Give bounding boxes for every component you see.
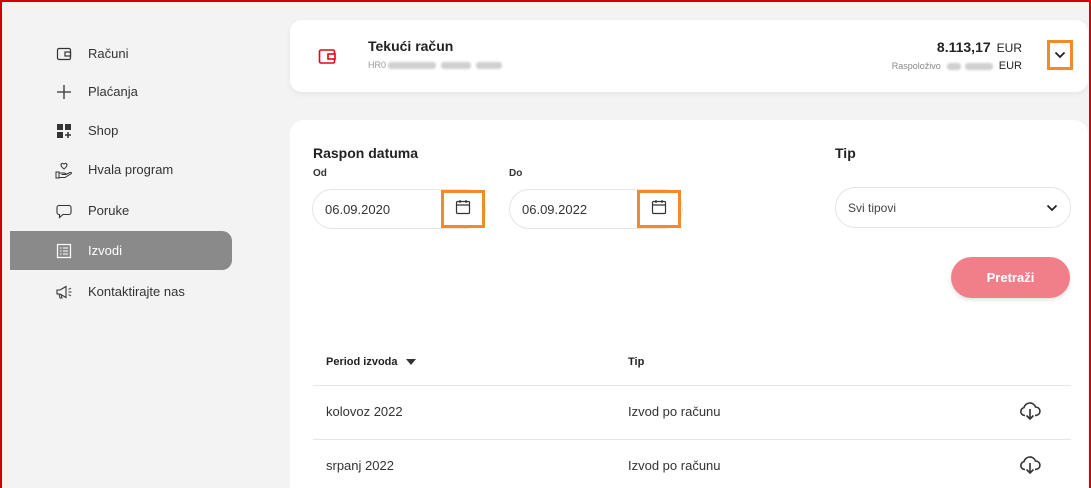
available-balance: Raspoloživo EUR [892, 60, 1022, 72]
divider [313, 439, 1071, 440]
sidebar-item-racuni[interactable]: Računi [10, 34, 232, 73]
row-type: Izvod po računu [628, 458, 721, 473]
sidebar-item-label: Poruke [88, 203, 130, 218]
iban-masked [441, 61, 472, 69]
sidebar-item-kontaktirajte-nas[interactable]: Kontaktirajte nas [10, 272, 232, 311]
type-select[interactable]: Svi tipovi [835, 187, 1071, 228]
divider [313, 385, 1071, 386]
megaphone-icon [55, 283, 73, 301]
wallet-icon [55, 45, 73, 63]
sort-down-icon [405, 359, 416, 366]
iban-masked [388, 61, 437, 69]
date-from-calendar-button[interactable] [441, 190, 485, 228]
download-icon[interactable] [1019, 454, 1041, 476]
plus-icon [55, 83, 73, 101]
sidebar-item-placanja[interactable]: Plaćanja [10, 72, 232, 111]
available-label: Raspoloživo [891, 61, 941, 71]
account-expand-button[interactable] [1047, 40, 1073, 70]
statement-filter-panel: Raspon datuma Od Do Tip 06.09.2020 06.09… [290, 120, 1088, 488]
available-masked [946, 62, 961, 70]
calendar-icon [455, 199, 471, 220]
sidebar-item-label: Hvala program [88, 162, 174, 177]
row-type: Izvod po računu [628, 404, 721, 419]
sidebar-item-izvodi[interactable]: Izvodi [10, 231, 232, 270]
date-range-label: Raspon datuma [313, 145, 419, 161]
sidebar-item-hvala-program[interactable]: Hvala program [10, 150, 232, 189]
iban-prefix: HR0 [368, 60, 387, 70]
chat-icon [55, 202, 73, 220]
type-label: Tip [835, 145, 856, 161]
date-from-value: 06.09.2020 [325, 201, 391, 217]
heart-hand-icon [55, 161, 73, 179]
to-label: Do [509, 168, 523, 179]
from-label: Od [313, 168, 327, 179]
chevron-down-icon [1046, 201, 1058, 215]
date-to-calendar-button[interactable] [637, 190, 681, 228]
iban-masked [476, 61, 503, 69]
account-card[interactable]: Tekući račun HR0 8.113,17 EUR Raspoloživo… [290, 20, 1088, 92]
row-period: kolovoz 2022 [326, 404, 403, 419]
balance-value: 8.113,17 [936, 39, 991, 55]
search-button[interactable]: Pretraži [951, 257, 1070, 298]
balance-currency: EUR [996, 41, 1022, 55]
sidebar-item-shop[interactable]: Shop [10, 111, 232, 150]
sidebar-item-label: Shop [88, 123, 119, 138]
date-to-value: 06.09.2022 [522, 201, 588, 217]
download-icon[interactable] [1019, 400, 1041, 422]
account-balance: 8.113,17 EUR [937, 39, 1022, 55]
sidebar-item-label: Kontaktirajte nas [88, 284, 185, 299]
account-iban: HR0 [368, 60, 503, 70]
sidebar: Računi Plaćanja Shop Hvala program Poruk… [10, 0, 240, 488]
chevron-down-icon [1054, 46, 1066, 64]
sidebar-item-label: Računi [88, 46, 129, 61]
account-title: Tekući račun [368, 38, 454, 54]
sidebar-item-label: Izvodi [88, 243, 122, 258]
row-period: srpanj 2022 [326, 458, 394, 473]
calendar-icon [651, 199, 667, 220]
column-header-label: Period izvoda [326, 356, 398, 368]
available-currency: EUR [998, 60, 1022, 72]
type-select-value: Svi tipovi [848, 200, 897, 215]
wallet-icon [318, 47, 338, 67]
available-masked [964, 62, 993, 70]
sidebar-item-poruke[interactable]: Poruke [10, 191, 232, 230]
column-header-type: Tip [628, 356, 645, 368]
sidebar-item-label: Plaćanja [88, 84, 138, 99]
column-header-period[interactable]: Period izvoda [326, 356, 416, 368]
statement-icon [55, 242, 73, 260]
shop-grid-icon [55, 122, 73, 140]
